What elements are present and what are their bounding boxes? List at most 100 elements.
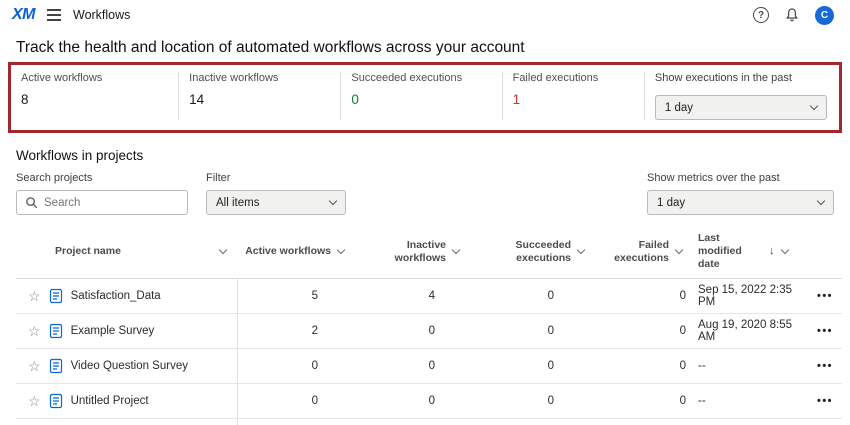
projects-table: Project name Active workflows Inactive w… — [16, 227, 842, 425]
xm-logo: XM — [12, 6, 35, 24]
filter-value: All items — [216, 197, 259, 209]
chevron-down-icon — [329, 197, 337, 205]
active-workflows-value: 2 — [238, 325, 356, 337]
hamburger-menu-icon[interactable] — [47, 9, 61, 21]
succeeded-executions-value: 0 — [471, 290, 596, 302]
inactive-workflows-value: 0 — [356, 395, 471, 407]
stat-value: 14 — [189, 92, 340, 107]
column-header-inactive-workflows[interactable]: Inactive workflows — [356, 239, 471, 265]
succeeded-executions-value: 0 — [471, 325, 596, 337]
inactive-workflows-value: 0 — [356, 360, 471, 372]
table-header-row: Project name Active workflows Inactive w… — [16, 227, 842, 279]
chevron-down-icon — [817, 197, 825, 205]
chevron-down-icon — [675, 246, 683, 254]
favorite-star-icon[interactable]: ☆ — [28, 359, 41, 373]
column-header-failed-executions[interactable]: Failed executions — [596, 239, 694, 265]
stat-label: Succeeded executions — [351, 72, 501, 84]
failed-executions-value: 0 — [596, 395, 694, 407]
help-icon[interactable]: ? — [753, 7, 769, 23]
projects-section-title: Workflows in projects — [16, 148, 834, 163]
chevron-down-icon — [577, 246, 585, 254]
filter-dropdown[interactable]: All items — [206, 190, 346, 215]
stat-succeeded-executions: Succeeded executions 0 — [340, 72, 501, 120]
stat-failed-executions: Failed executions 1 — [502, 72, 644, 120]
metrics-period-dropdown[interactable]: 1 day — [647, 190, 834, 215]
project-name-cell: ☆ Video Question Survey — [16, 349, 238, 383]
executions-period-dropdown[interactable]: 1 day — [655, 95, 827, 120]
stat-value: 0 — [351, 92, 501, 107]
top-bar: XM Workflows ? C — [0, 0, 850, 30]
table-controls: Search projects Filter All items Show me… — [0, 163, 850, 227]
table-row[interactable]: ☆ Example Survey 2 0 0 0 Aug 19, 2020 8:… — [16, 314, 842, 349]
column-header-project-name[interactable]: Project name — [16, 245, 238, 258]
sort-descending-icon: ↓ — [769, 245, 775, 259]
chevron-down-icon — [780, 246, 788, 254]
project-name-link[interactable]: Example Survey — [71, 325, 155, 337]
stat-value: 1 — [513, 92, 644, 107]
row-actions-menu-button[interactable]: ••• — [808, 360, 842, 372]
stat-label: Inactive workflows — [189, 72, 340, 84]
last-modified-value: Aug 19, 2020 8:55 AM — [694, 319, 808, 343]
survey-project-icon — [49, 393, 63, 409]
user-avatar[interactable]: C — [815, 6, 834, 25]
survey-project-icon — [49, 288, 63, 304]
executions-period-group: Show executions in the past 1 day — [644, 72, 839, 120]
filter-label: Filter — [206, 172, 346, 184]
favorite-star-icon[interactable]: ☆ — [28, 394, 41, 408]
table-row[interactable]: ☆ TEST 0 0 0 0 -- ••• — [16, 419, 842, 425]
row-actions-menu-button[interactable]: ••• — [808, 290, 842, 302]
project-name-cell: ☆ Satisfaction_Data — [16, 279, 238, 313]
notifications-bell-icon[interactable] — [784, 7, 800, 23]
stat-inactive-workflows: Inactive workflows 14 — [178, 72, 340, 120]
inactive-workflows-value: 0 — [356, 325, 471, 337]
last-modified-value: -- — [694, 395, 808, 407]
row-actions-menu-button[interactable]: ••• — [808, 325, 842, 337]
failed-executions-value: 0 — [596, 325, 694, 337]
active-workflows-value: 5 — [238, 290, 356, 302]
favorite-star-icon[interactable]: ☆ — [28, 289, 41, 303]
metrics-period-value: 1 day — [657, 197, 685, 209]
executions-period-label: Show executions in the past — [655, 72, 827, 84]
stat-label: Failed executions — [513, 72, 644, 84]
survey-project-icon — [49, 358, 63, 374]
column-header-last-modified[interactable]: Last modified date ↓ — [694, 232, 808, 271]
workflow-stats-annotation-box: Active workflows 8 Inactive workflows 14… — [8, 62, 842, 133]
inactive-workflows-value: 4 — [356, 290, 471, 302]
table-body: ☆ Satisfaction_Data 5 4 0 0 Sep 15, 2022… — [16, 279, 842, 425]
column-header-succeeded-executions[interactable]: Succeeded executions — [471, 239, 596, 265]
search-input[interactable] — [44, 197, 179, 209]
table-row[interactable]: ☆ Video Question Survey 0 0 0 0 -- ••• — [16, 349, 842, 384]
filter-group: Filter All items — [206, 172, 346, 215]
failed-executions-value: 0 — [596, 360, 694, 372]
stat-label: Active workflows — [21, 72, 178, 84]
project-name-link[interactable]: Untitled Project — [71, 395, 149, 407]
search-group: Search projects — [16, 172, 188, 215]
column-header-active-workflows[interactable]: Active workflows — [238, 245, 356, 258]
stat-active-workflows: Active workflows 8 — [11, 72, 178, 120]
project-name-link[interactable]: Video Question Survey — [71, 360, 188, 372]
search-icon — [25, 196, 38, 209]
project-name-cell: ☆ Untitled Project — [16, 384, 238, 418]
executions-period-value: 1 day — [665, 102, 693, 114]
last-modified-value: -- — [694, 360, 808, 372]
table-row[interactable]: ☆ Untitled Project 0 0 0 0 -- ••• — [16, 384, 842, 419]
metrics-period-label: Show metrics over the past — [647, 172, 834, 184]
succeeded-executions-value: 0 — [471, 360, 596, 372]
page-title: Track the health and location of automat… — [0, 30, 850, 62]
project-name-cell: ☆ Example Survey — [16, 314, 238, 348]
succeeded-executions-value: 0 — [471, 395, 596, 407]
project-name-link[interactable]: Satisfaction_Data — [71, 290, 161, 302]
table-row[interactable]: ☆ Satisfaction_Data 5 4 0 0 Sep 15, 2022… — [16, 279, 842, 314]
row-actions-menu-button[interactable]: ••• — [808, 395, 842, 407]
search-projects-label: Search projects — [16, 172, 188, 184]
metrics-period-group: Show metrics over the past 1 day — [647, 172, 834, 215]
chevron-down-icon — [452, 246, 460, 254]
active-workflows-value: 0 — [238, 395, 356, 407]
chevron-down-icon — [810, 102, 818, 110]
last-modified-value: Sep 15, 2022 2:35 PM — [694, 284, 808, 308]
favorite-star-icon[interactable]: ☆ — [28, 324, 41, 338]
search-box[interactable] — [16, 190, 188, 215]
project-name-cell: ☆ TEST — [16, 419, 238, 425]
stat-value: 8 — [21, 92, 178, 107]
failed-executions-value: 0 — [596, 290, 694, 302]
